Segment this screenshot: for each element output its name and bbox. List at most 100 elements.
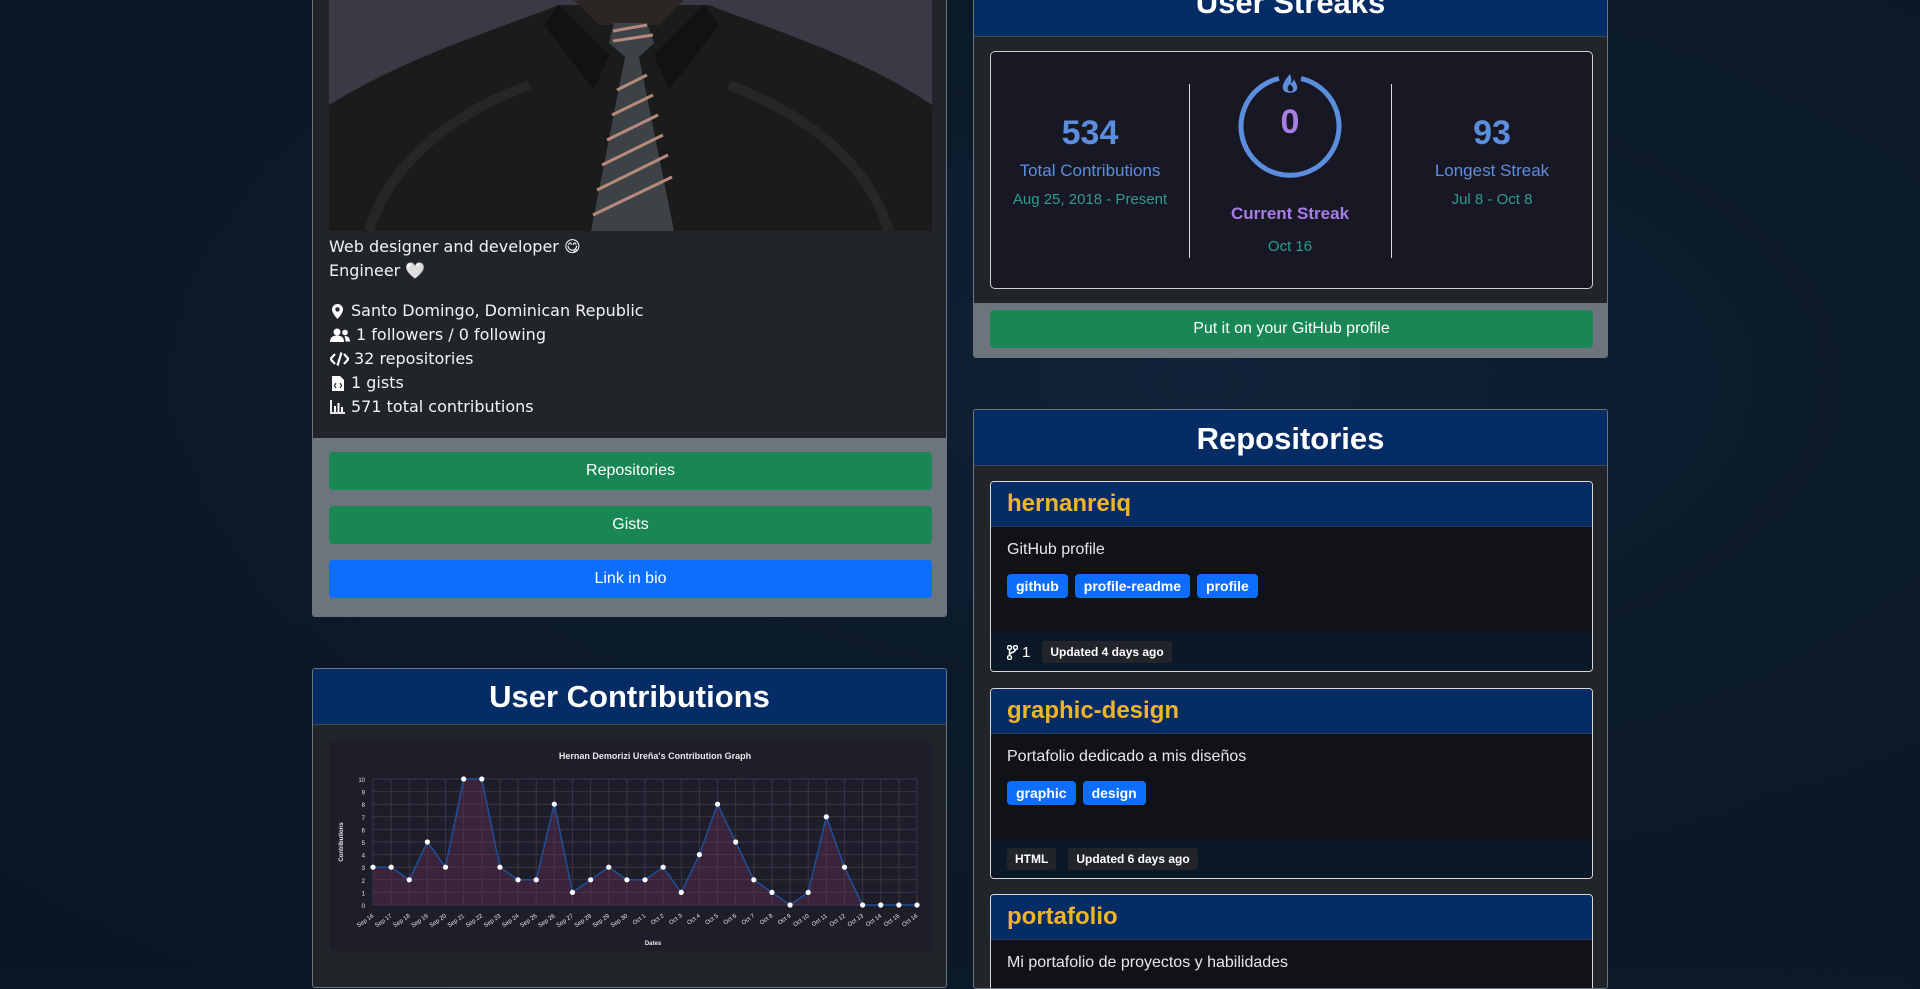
repo-name-link[interactable]: hernanreiq (991, 482, 1592, 527)
repositories-count-text: 32 repositories (354, 349, 474, 368)
x-tick-label: Oct 4 (687, 913, 703, 927)
gists-button[interactable]: Gists (329, 506, 932, 544)
bio-line-2: Engineer 🤍 (329, 261, 426, 280)
file-code-icon (329, 375, 346, 391)
x-tick-label: Oct 11 (811, 913, 829, 928)
repo-description: Mi portafolio de proyectos y habilidades (1007, 954, 1289, 971)
repo-footer: HTML Updated 6 days ago (991, 840, 1592, 878)
language-badge: HTML (1007, 848, 1057, 870)
topic-tag[interactable]: profile-readme (1074, 574, 1191, 598)
put-on-github-profile-button[interactable]: Put it on your GitHub profile (990, 310, 1593, 348)
total-contributions-text: 571 total contributions (351, 397, 534, 416)
x-tick-label: Oct 13 (847, 913, 865, 928)
x-tick-label: Oct 9 (777, 913, 793, 927)
y-tick-label: 7 (362, 816, 366, 822)
gists-count-text: 1 gists (351, 373, 404, 392)
fork-count-value: 1 (1022, 643, 1031, 661)
contributions-card: User Contributions Hernan Demorizi Ureña… (312, 668, 947, 988)
x-tick-label: Oct 12 (829, 913, 847, 928)
x-tick-label: Oct 1 (632, 913, 648, 927)
repo-name-link[interactable]: graphic-design (991, 689, 1592, 734)
x-tick-label: Sep 24 (501, 913, 521, 929)
gists-row: 1 gists (329, 371, 929, 395)
data-point (588, 877, 594, 883)
x-tick-label: Oct 16 (901, 913, 919, 928)
topic-tag[interactable]: graphic (1007, 781, 1076, 805)
y-tick-label: 3 (362, 866, 366, 872)
x-tick-label: Sep 28 (574, 913, 594, 929)
y-tick-label: 8 (362, 803, 366, 809)
data-point (878, 902, 884, 908)
data-point (769, 889, 775, 895)
total-contributions-value: 534 (1061, 114, 1119, 152)
y-tick-label: 9 (362, 791, 366, 797)
x-tick-label: Oct 6 (723, 913, 739, 927)
y-tick-label: 6 (362, 828, 366, 834)
data-point (660, 864, 666, 870)
x-tick-label: Sep 21 (447, 913, 467, 929)
topic-tag[interactable]: github (1007, 574, 1068, 598)
longest-streak-stat: 93 Longest Streak Jul 8 - Oct 8 (1392, 52, 1592, 288)
data-point (370, 864, 376, 870)
chart-title: Hernan Demorizi Ureña's Contribution Gra… (559, 751, 751, 761)
x-tick-label: Sep 26 (538, 913, 558, 929)
repositories-button[interactable]: Repositories (329, 452, 932, 490)
repo-description: Portafolio dedicado a mis diseños (1007, 748, 1247, 765)
x-tick-label: Oct 7 (741, 913, 757, 927)
x-tick-label: Sep 27 (556, 913, 576, 929)
repo-description: GitHub profile (1007, 541, 1105, 558)
x-tick-label: Oct 3 (668, 913, 684, 927)
data-point (442, 864, 449, 870)
data-point (551, 801, 557, 807)
longest-streak-value: 93 (1473, 114, 1511, 152)
x-tick-label: Oct 2 (650, 913, 666, 927)
topic-tag[interactable]: profile (1197, 574, 1258, 598)
x-tick-label: Sep 30 (610, 913, 630, 929)
repo-footer: 1 Updated 4 days ago (991, 633, 1592, 671)
contribution-chart-svg: Hernan Demorizi Ureña's Contribution Gra… (339, 751, 920, 947)
current-streak-value: 0 (1280, 103, 1300, 141)
profile-actions: Repositories Gists Link in bio (313, 438, 946, 616)
chart-bar-icon (329, 399, 346, 415)
x-tick-label: Oct 8 (759, 913, 775, 927)
total-contributions-label: Total Contributions (1019, 161, 1161, 180)
longest-streak-range: Jul 8 - Oct 8 (1451, 191, 1533, 208)
profile-photo-illustration (329, 0, 932, 231)
data-point (479, 776, 485, 782)
location-text: Santo Domingo, Dominican Republic (351, 301, 644, 320)
repo-card-portafolio: portafolio Mi portafolio de proyectos y … (990, 894, 1593, 988)
streak-stats-box: 534 Total Contributions Aug 25, 2018 - P… (990, 51, 1593, 289)
repositories-row: 32 repositories (329, 347, 929, 371)
data-point (406, 877, 412, 883)
data-point (896, 902, 902, 908)
data-point (642, 877, 648, 883)
bio-line-1: Web designer and developer 😋 (329, 237, 581, 256)
code-fork-icon (1007, 644, 1018, 660)
x-tick-label: Sep 29 (592, 913, 612, 929)
repo-card-graphic-design: graphic-design Portafolio dedicado a mis… (990, 688, 1593, 879)
contribution-chart: Hernan Demorizi Ureña's Contribution Gra… (329, 741, 932, 951)
x-tick-label: Oct 15 (883, 913, 901, 928)
data-point (678, 889, 684, 895)
profile-info: Web designer and developer 😋 Engineer 🤍 … (329, 235, 929, 419)
repo-topics: github profile-readme profile (991, 574, 1592, 598)
data-point (823, 814, 829, 820)
link-in-bio-button[interactable]: Link in bio (329, 560, 932, 598)
data-point (424, 839, 430, 845)
fire-icon (1282, 74, 1298, 93)
fork-count: 1 (1007, 644, 1030, 661)
longest-streak-label: Longest Streak (1434, 161, 1550, 180)
x-tick-label: Oct 10 (793, 913, 811, 928)
total-contributions-range: Aug 25, 2018 - Present (1012, 191, 1168, 208)
data-point (714, 801, 721, 807)
data-point (696, 852, 702, 858)
y-tick-label: 1 (362, 891, 366, 897)
y-axis-label: Contributions (339, 822, 345, 862)
followers-row: 1 followers / 0 following (329, 323, 929, 347)
repo-name-link[interactable]: portafolio (991, 895, 1592, 940)
topic-tag[interactable]: design (1082, 781, 1146, 805)
contributions-title: User Contributions (313, 669, 946, 725)
data-point (805, 889, 811, 895)
repo-card-hernanreiq: hernanreiq GitHub profile github profile… (990, 481, 1593, 672)
x-tick-label: Sep 16 (356, 913, 376, 929)
